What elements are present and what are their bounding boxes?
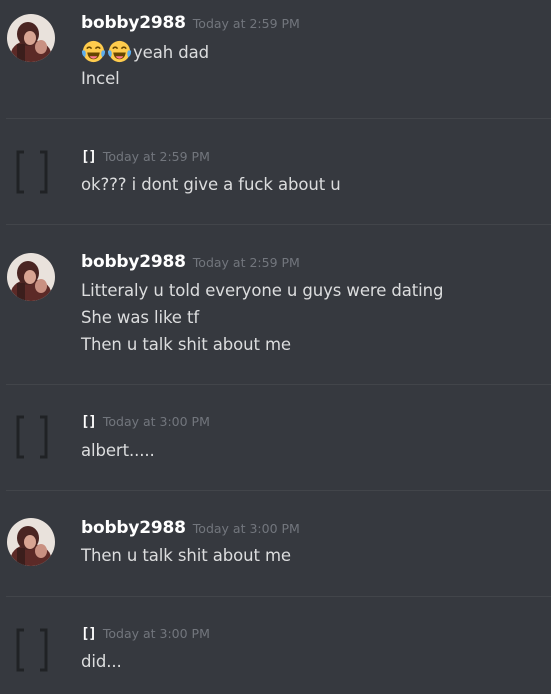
- message-text: ok??? i dont give a fuck about u: [81, 175, 341, 194]
- face-with-tears-of-joy-icon: [107, 40, 132, 63]
- message-text: yeah dad: [81, 39, 209, 64]
- message-text-content: yeah dad: [133, 43, 209, 62]
- timestamp: Today at 2:59 PM: [102, 149, 210, 164]
- username[interactable]: []: [81, 414, 97, 430]
- message-text: Incel: [81, 69, 120, 88]
- timestamp: Today at 2:59 PM: [192, 16, 300, 31]
- bracket-avatar-icon[interactable]: [14, 626, 50, 674]
- username[interactable]: bobby2988: [81, 252, 186, 272]
- message-divider: [6, 118, 551, 119]
- timestamp: Today at 3:00 PM: [102, 626, 210, 641]
- message-text: did...: [81, 652, 122, 671]
- user-photo-icon: [7, 518, 55, 566]
- user-photo-icon: [7, 253, 55, 301]
- face-with-tears-of-joy-icon: [81, 40, 106, 63]
- bracket-avatar-icon[interactable]: [14, 148, 50, 196]
- bracket-avatar-icon[interactable]: [14, 413, 50, 461]
- timestamp: Today at 3:00 PM: [102, 414, 210, 429]
- timestamp: Today at 3:00 PM: [192, 521, 300, 536]
- message-text: albert.....: [81, 441, 155, 460]
- username[interactable]: bobby2988: [81, 13, 186, 33]
- avatar[interactable]: [7, 253, 55, 301]
- username[interactable]: bobby2988: [81, 518, 186, 538]
- message-text: Then u talk shit about me: [81, 335, 291, 354]
- username[interactable]: []: [81, 626, 97, 642]
- avatar[interactable]: [7, 518, 55, 566]
- avatar[interactable]: [7, 14, 55, 62]
- user-photo-icon: [7, 14, 55, 62]
- message-text: Then u talk shit about me: [81, 546, 291, 565]
- message-divider: [6, 596, 551, 597]
- message-text: Litteraly u told everyone u guys were da…: [81, 281, 444, 300]
- message-divider: [6, 490, 551, 491]
- username[interactable]: []: [81, 149, 97, 165]
- message-divider: [6, 384, 551, 385]
- message-divider: [6, 224, 551, 225]
- message-text: She was like tf: [81, 308, 200, 327]
- timestamp: Today at 2:59 PM: [192, 255, 300, 270]
